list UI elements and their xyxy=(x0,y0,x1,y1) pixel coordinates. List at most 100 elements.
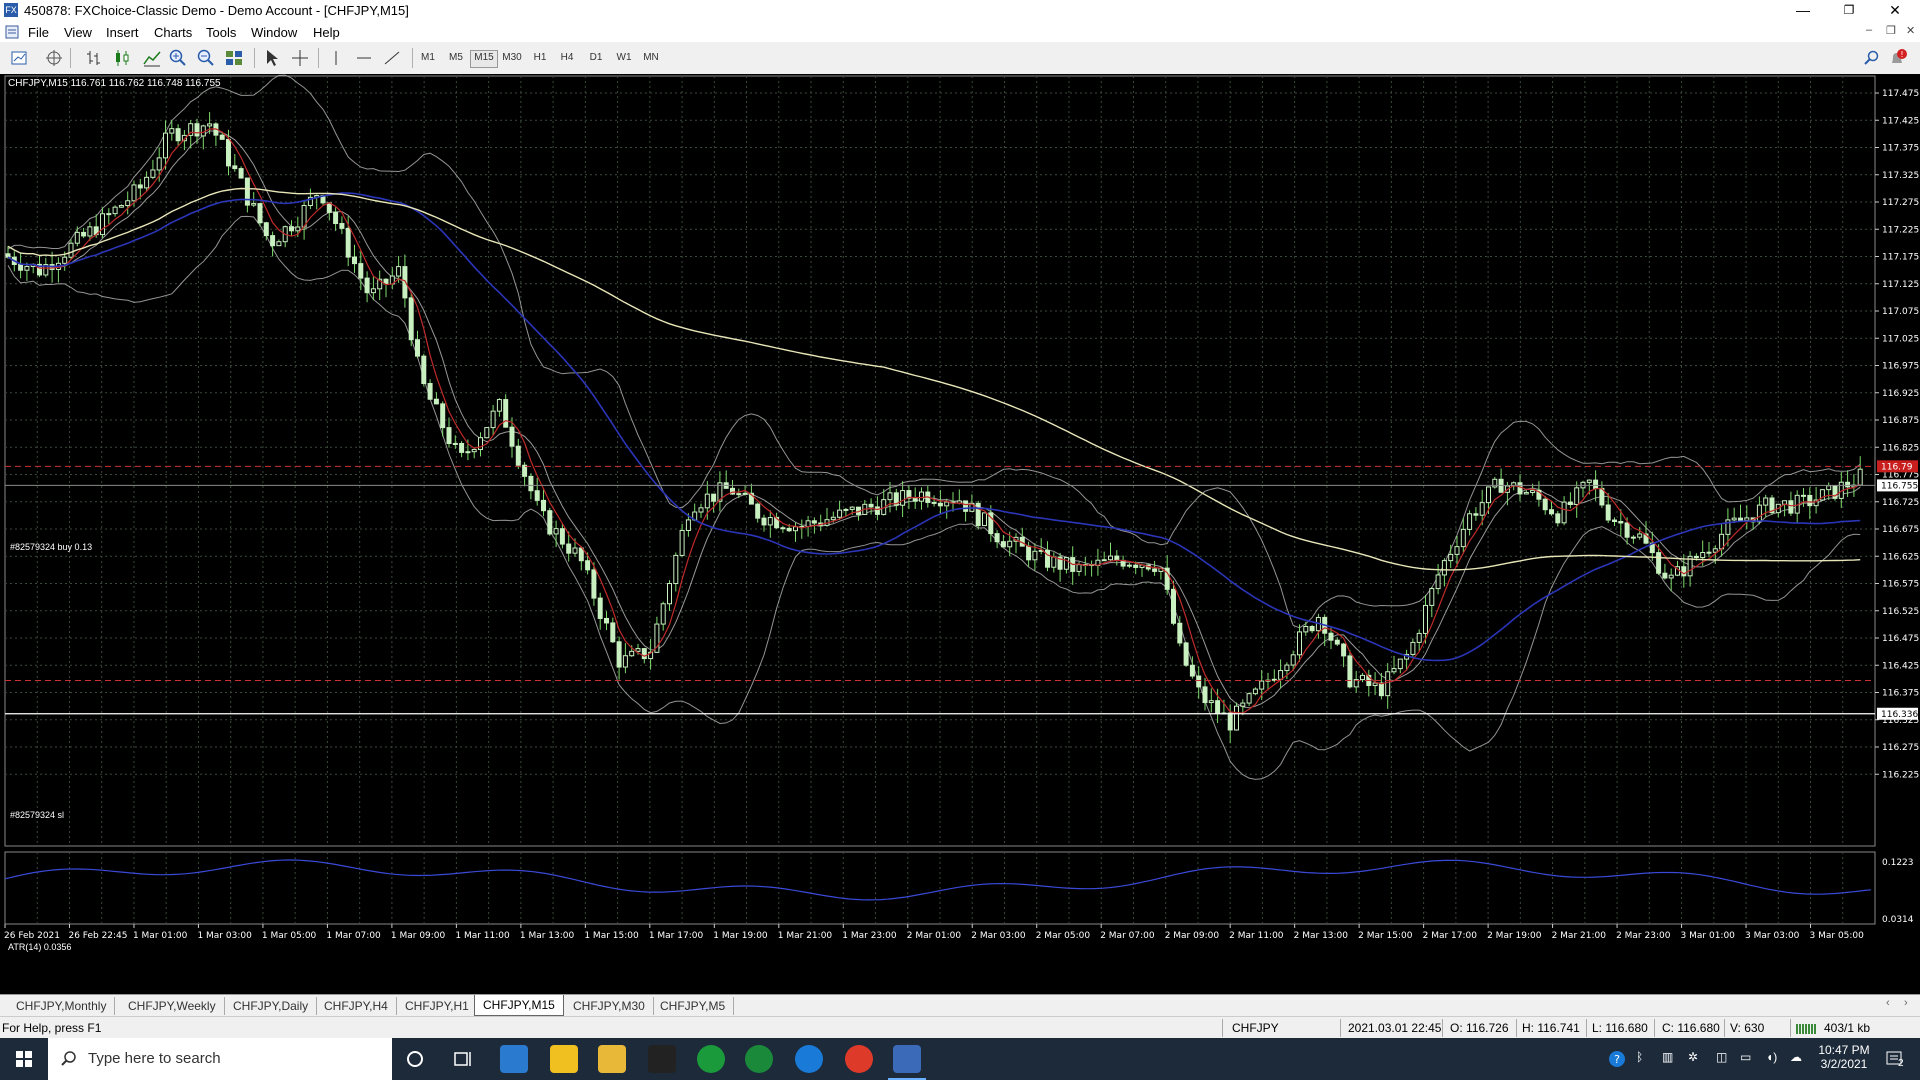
tab-chfjpy-monthly[interactable]: CHFJPY,Monthly xyxy=(8,997,116,1015)
bollinger-upper xyxy=(7,74,1861,629)
menu-help[interactable]: Help xyxy=(313,25,340,40)
svg-text:?: ? xyxy=(1614,1053,1620,1066)
mdi-minimize-button[interactable]: – xyxy=(1866,24,1872,36)
candle-body xyxy=(679,529,685,556)
candle-body xyxy=(1000,541,1006,548)
tabs-scroll-left-icon[interactable]: ‹ xyxy=(1886,997,1890,1009)
notifications-icon[interactable]: ! xyxy=(1888,48,1908,68)
settings-tray-icon[interactable]: ✲ xyxy=(1688,1050,1698,1064)
tab-chfjpy-h1[interactable]: CHFJPY,H1 xyxy=(397,997,478,1015)
taskbar-search-box[interactable]: Type here to search xyxy=(48,1038,392,1080)
candle-body xyxy=(982,512,987,527)
crosshair-move-icon[interactable] xyxy=(44,48,64,68)
menu-charts[interactable]: Charts xyxy=(154,25,192,40)
taskbar-app-remote-desktop-icon[interactable] xyxy=(500,1045,528,1073)
timeframe-m30[interactable]: M30 xyxy=(499,50,525,66)
toolbar-separator xyxy=(318,48,319,68)
tab-chfjpy-weekly[interactable]: CHFJPY,Weekly xyxy=(120,997,225,1015)
new-chart-icon[interactable] xyxy=(10,48,30,68)
candle-body xyxy=(912,497,918,502)
close-button[interactable]: ✕ xyxy=(1872,0,1918,22)
tab-chfjpy-daily[interactable]: CHFJPY,Daily xyxy=(225,997,318,1015)
windows-start-icon[interactable] xyxy=(0,1038,48,1080)
timeframe-w1[interactable]: W1 xyxy=(611,50,637,66)
price-tick-label: 117.425 xyxy=(1882,116,1919,126)
time-tick-label: 1 Mar 11:00 xyxy=(455,931,510,941)
onedrive-icon[interactable]: ☁ xyxy=(1790,1050,1802,1064)
menu-tools[interactable]: Tools xyxy=(206,25,236,40)
crosshair-icon[interactable] xyxy=(290,48,310,68)
stop-loss-label: #82579324 sl xyxy=(10,810,65,820)
price-chart[interactable]: 117.475 117.425 117.375 117.325 117.275 117.2… xyxy=(0,74,1920,994)
wifi-tray-icon[interactable]: ▭ xyxy=(1740,1050,1751,1064)
restore-button[interactable]: ❐ xyxy=(1826,0,1872,22)
chart-window[interactable]: 117.475 117.425 117.375 117.325 117.275 117.2… xyxy=(0,74,1920,994)
taskbar-app-file-explorer-icon[interactable] xyxy=(598,1045,626,1073)
action-center-icon[interactable]: 2 xyxy=(1884,1048,1906,1070)
price-tick-label: 116.675 xyxy=(1882,525,1919,535)
timeframe-m15[interactable]: M15 xyxy=(470,50,498,68)
taskbar-app-trading-icon[interactable] xyxy=(648,1045,676,1073)
candle-body xyxy=(1189,664,1195,677)
taskbar-app-fxchoice-icon[interactable] xyxy=(893,1045,921,1073)
bar-chart-icon[interactable] xyxy=(84,48,104,68)
candle-body xyxy=(74,231,80,244)
tabs-scroll-right-icon[interactable]: › xyxy=(1904,997,1908,1009)
candle-body xyxy=(226,138,231,167)
candlestick-icon[interactable] xyxy=(112,48,132,68)
tab-chfjpy-m15[interactable]: CHFJPY,M15 xyxy=(474,995,564,1016)
window-title: 450878: FXChoice-Classic Demo - Demo Acc… xyxy=(24,3,409,18)
trendline-icon[interactable] xyxy=(382,48,402,68)
vertical-line-icon[interactable] xyxy=(326,48,346,68)
search-icon[interactable] xyxy=(1862,48,1882,68)
timeframe-mn[interactable]: MN xyxy=(638,50,664,66)
buy-order-label: #82579324 buy 0.13 xyxy=(10,542,93,552)
menu-insert[interactable]: Insert xyxy=(106,25,139,40)
task-view-icon[interactable] xyxy=(452,1049,474,1069)
zoom-out-icon[interactable] xyxy=(196,48,216,68)
candle-body xyxy=(244,177,250,206)
timeframe-m5[interactable]: M5 xyxy=(443,50,469,66)
status-separator xyxy=(1442,1019,1443,1037)
tab-chfjpy-m30[interactable]: CHFJPY,M30 xyxy=(565,997,654,1015)
horizontal-line-icon[interactable] xyxy=(354,48,374,68)
zoom-in-icon[interactable] xyxy=(168,48,188,68)
cortana-icon[interactable] xyxy=(405,1049,425,1069)
candle-body xyxy=(1574,487,1580,506)
status-datetime: 2021.03.01 22:45 xyxy=(1348,1021,1442,1035)
minimize-button[interactable]: — xyxy=(1780,0,1826,22)
taskbar-app-green-icon[interactable] xyxy=(745,1045,773,1073)
cursor-icon[interactable] xyxy=(262,48,282,68)
display-tray-icon[interactable]: ◫ xyxy=(1716,1050,1727,1064)
menu-view[interactable]: View xyxy=(64,25,92,40)
candle-body xyxy=(1108,555,1113,561)
network-tray-icon[interactable]: ▥ xyxy=(1662,1050,1673,1064)
mdi-close-button[interactable]: ✕ xyxy=(1906,24,1915,37)
timeframe-d1[interactable]: D1 xyxy=(583,50,609,66)
tile-windows-icon[interactable] xyxy=(224,48,244,68)
volume-icon[interactable]: ◖) xyxy=(1766,1050,1777,1064)
help-tray-icon[interactable]: ? xyxy=(1608,1050,1626,1068)
line-chart-icon[interactable] xyxy=(142,48,162,68)
mdi-restore-button[interactable]: ❐ xyxy=(1886,24,1896,37)
menu-file[interactable]: File xyxy=(28,25,49,40)
candle-body xyxy=(118,205,124,208)
menu-window[interactable]: Window xyxy=(251,25,297,40)
tab-chfjpy-h4[interactable]: CHFJPY,H4 xyxy=(316,997,397,1015)
timeframe-h1[interactable]: H1 xyxy=(527,50,553,66)
candle-body xyxy=(1448,553,1454,562)
tab-chfjpy-m5[interactable]: CHFJPY,M5 xyxy=(652,997,735,1015)
taskbar-app-edge-icon[interactable] xyxy=(795,1045,823,1073)
candle-body xyxy=(1391,668,1397,673)
taskbar-app-plex-icon[interactable] xyxy=(550,1045,578,1073)
timeframe-h4[interactable]: H4 xyxy=(554,50,580,66)
timeframe-m1[interactable]: M1 xyxy=(415,50,441,66)
candle-body xyxy=(1397,658,1403,670)
bluetooth-icon[interactable]: ᛒ xyxy=(1636,1050,1643,1064)
status-volume: V: 630 xyxy=(1730,1021,1765,1035)
candle-body xyxy=(427,383,433,400)
taskbar-app-chrome-icon[interactable] xyxy=(845,1045,873,1073)
taskbar-app-whatsapp-icon[interactable] xyxy=(697,1045,725,1073)
clock[interactable]: 10:47 PM 3/2/2021 xyxy=(1812,1043,1876,1071)
candle-body xyxy=(1845,481,1851,488)
